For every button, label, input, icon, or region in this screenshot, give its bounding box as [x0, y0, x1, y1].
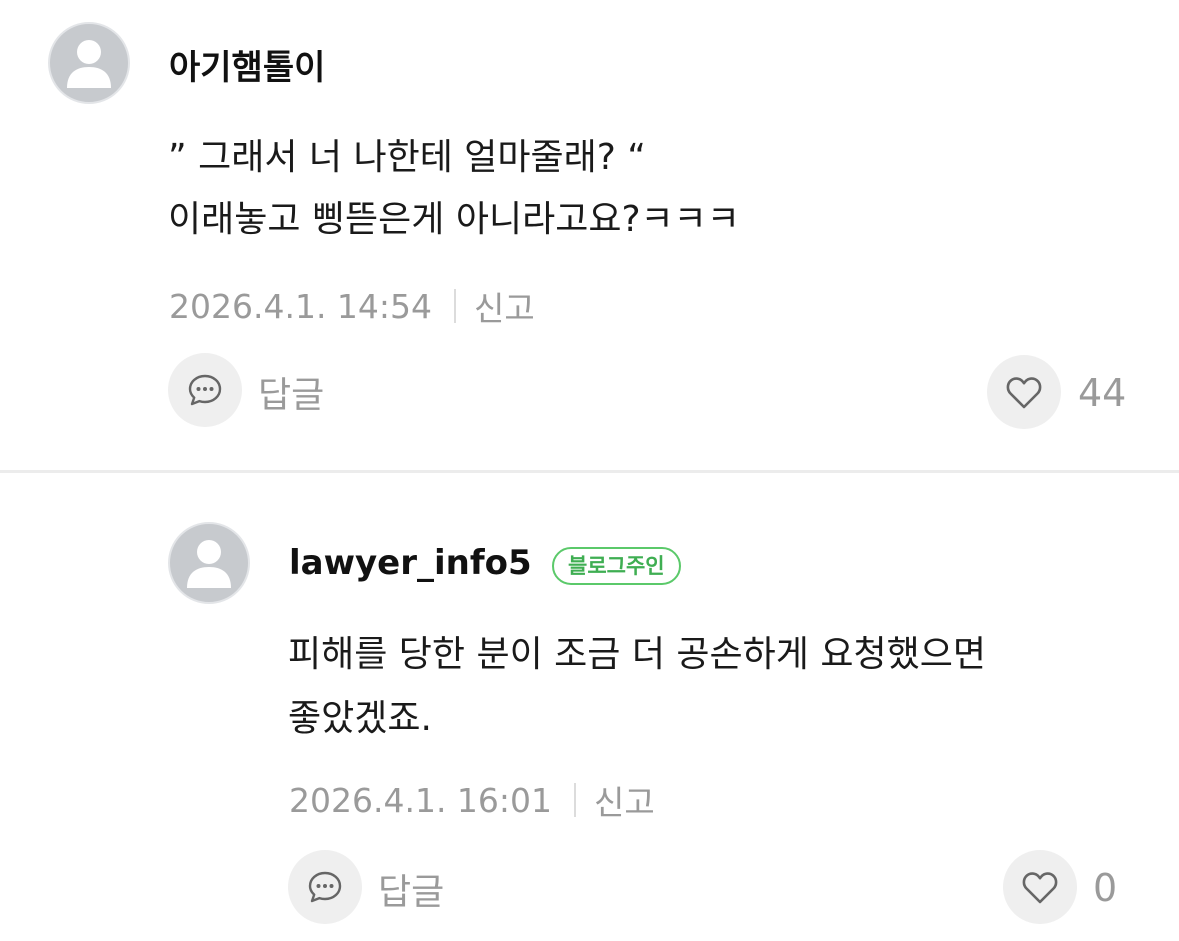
comment-text-line: ” 그래서 너 나한테 얼마줄래? “ — [168, 137, 646, 178]
default-avatar-icon — [67, 40, 111, 88]
comment-text-line: 피해를 당한 분이 조금 더 공손하게 요청했으면 — [288, 634, 986, 675]
avatar[interactable] — [48, 22, 130, 104]
like-button[interactable] — [1003, 850, 1077, 924]
reply-button[interactable] — [288, 850, 362, 924]
report-link[interactable]: 신고 — [474, 282, 535, 330]
comment-text-line: 이래놓고 삥뜯은게 아니라고요?ㅋㅋㅋ — [168, 199, 740, 240]
meta-divider — [574, 783, 577, 817]
like-count: 0 — [1093, 866, 1118, 910]
meta-divider — [454, 289, 457, 323]
avatar[interactable] — [168, 522, 250, 604]
reply-label[interactable]: 답글 — [258, 366, 324, 418]
comment-nickname[interactable]: 아기햄톨이 — [169, 40, 325, 89]
blog-owner-badge: 블로그주인 — [552, 547, 681, 585]
heart-icon — [1022, 872, 1058, 904]
like-button[interactable] — [987, 355, 1061, 429]
comment-meta: 2026.4.1. 16:01 신고 — [289, 776, 655, 824]
heart-icon — [1006, 377, 1042, 409]
reply-label[interactable]: 답글 — [378, 863, 444, 915]
comment-meta: 2026.4.1. 14:54 신고 — [169, 282, 535, 330]
report-link[interactable]: 신고 — [594, 776, 655, 824]
comment-divider — [0, 470, 1179, 473]
comment-nickname[interactable]: lawyer_info5 — [289, 543, 532, 583]
comment-date: 2026.4.1. 14:54 — [169, 286, 433, 326]
reply-button[interactable] — [168, 353, 242, 427]
speech-bubble-icon — [308, 871, 342, 903]
comment-date: 2026.4.1. 16:01 — [289, 780, 553, 820]
comment-text-line: 좋았겠죠. — [288, 698, 432, 739]
default-avatar-icon — [187, 540, 231, 588]
speech-bubble-icon — [188, 374, 222, 406]
like-count: 44 — [1078, 371, 1127, 415]
